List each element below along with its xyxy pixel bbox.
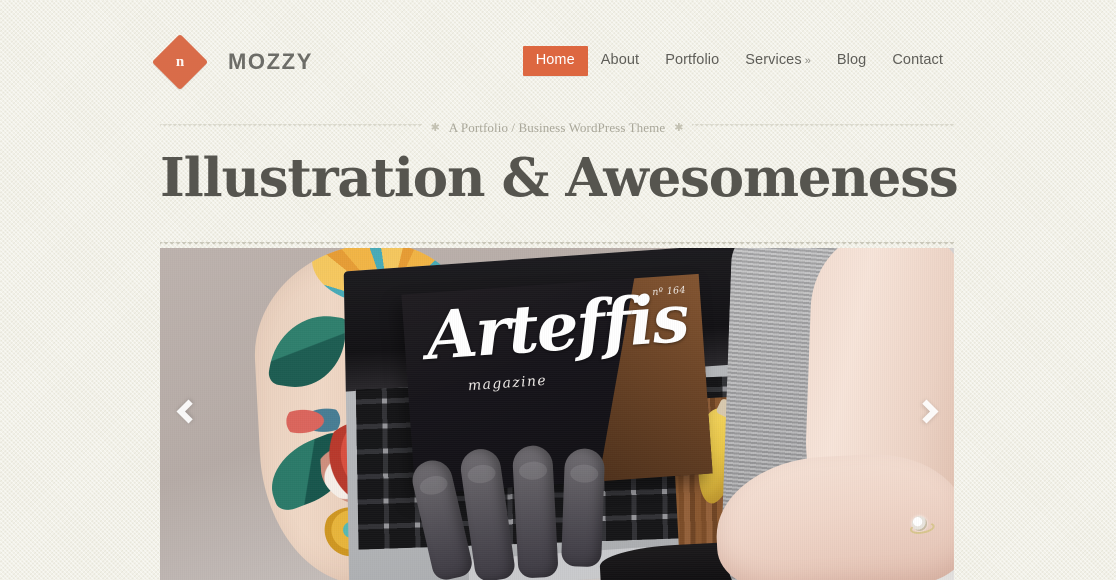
site-tagline: A Portfolio / Business WordPress Theme: [448, 120, 666, 135]
tattoo-leaf-upper: [267, 308, 349, 395]
brand-name: MOZZY: [228, 49, 313, 74]
magazine-subtitle: magazine: [467, 372, 548, 395]
magazine-issue-number: nº 164: [651, 284, 687, 299]
chevron-left-icon: [175, 398, 201, 424]
hero-slider: NYC Arteffis magazine nº 164: [160, 242, 954, 580]
nav-item-home[interactable]: Home: [522, 46, 588, 76]
star-icon-left: ✱: [430, 121, 440, 134]
nav-label-services: Services: [745, 52, 802, 68]
nav-item-blog[interactable]: Blog: [824, 46, 879, 76]
star-icon-right: ✱: [674, 121, 684, 134]
tagline-row: ✱ A Portfolio / Business WordPress Theme…: [160, 118, 955, 138]
photo-finger: [511, 444, 559, 579]
site-header: n MOZZY Home About Portfolio Services» B…: [0, 0, 1116, 110]
services-caret-icon: »: [804, 55, 811, 67]
slider-slide-image: NYC Arteffis magazine nº 164: [160, 248, 954, 580]
magazine-title: Arteffis: [423, 278, 690, 375]
nav-label-about: About: [600, 52, 640, 68]
nav-item-about[interactable]: About: [588, 46, 652, 76]
nav-item-services[interactable]: Services»: [732, 46, 824, 76]
page-root: n MOZZY Home About Portfolio Services» B…: [0, 0, 1116, 580]
nav-item-portfolio[interactable]: Portfolio: [652, 46, 732, 76]
nav-label-contact: Contact: [892, 52, 943, 68]
chevron-right-icon: [913, 398, 939, 424]
nav-label-portfolio: Portfolio: [665, 52, 720, 68]
nav-label-blog: Blog: [836, 52, 867, 68]
slider-prev-button[interactable]: [168, 386, 208, 436]
zigzag-divider-right: [692, 124, 955, 132]
nav-item-contact[interactable]: Contact: [879, 46, 956, 76]
slider-next-button[interactable]: [906, 386, 946, 436]
diamond-logo-icon: n: [151, 33, 209, 91]
nav-label-home: Home: [535, 52, 575, 68]
page-title: Illustration & Awesomeness: [160, 147, 959, 209]
zigzag-divider-left: [160, 124, 422, 132]
main-navigation: Home About Portfolio Services» Blog Cont…: [522, 46, 956, 76]
photo-finger: [561, 447, 606, 568]
brand-logo-link[interactable]: n MOZZY: [151, 33, 313, 91]
slider-zigzag-top: [160, 242, 954, 249]
logo-letter: n: [175, 53, 185, 70]
